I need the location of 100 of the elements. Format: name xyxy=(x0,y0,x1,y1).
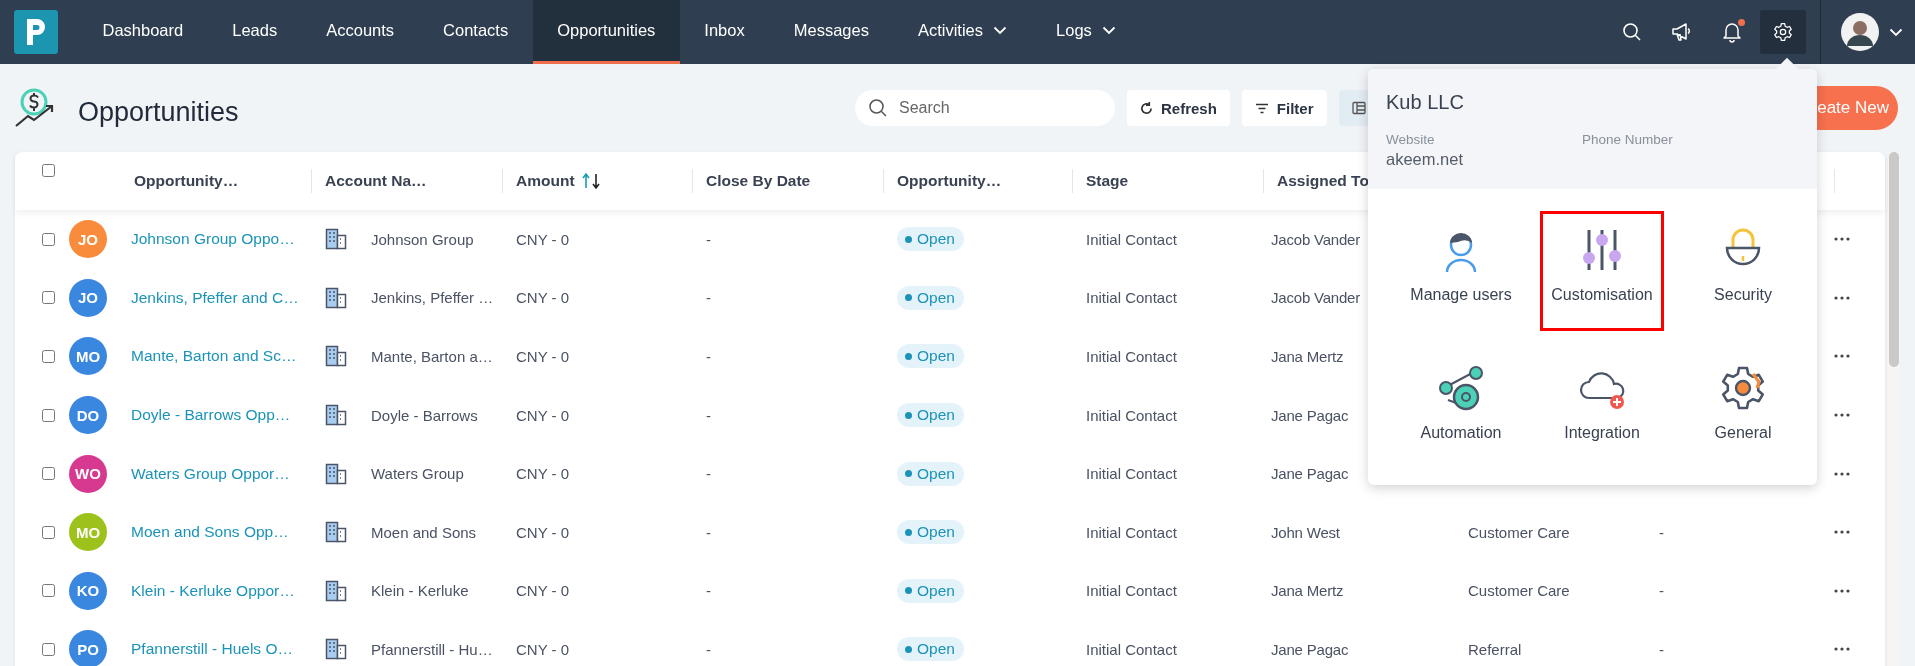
row-checkbox[interactable] xyxy=(42,642,55,656)
opportunity-link[interactable]: Jenkins, Pfeffer and C… xyxy=(131,288,299,307)
stage-text: Initial Contact xyxy=(1085,582,1177,600)
settings-option[interactable]: General xyxy=(1681,349,1805,469)
more-options-icon[interactable] xyxy=(1834,354,1850,359)
table-cell-text: Customer Care xyxy=(1467,582,1570,600)
row-checkbox[interactable] xyxy=(42,408,55,422)
settings-option[interactable]: Manage users xyxy=(1399,211,1523,331)
settings-option[interactable]: Integration xyxy=(1540,349,1664,469)
filter-button[interactable]: Filter xyxy=(1241,90,1327,126)
row-checkbox[interactable] xyxy=(42,291,55,305)
initials-avatar: DO xyxy=(69,396,107,435)
scrollbar[interactable] xyxy=(1888,152,1900,666)
gear-icon xyxy=(1719,364,1767,412)
status-tag: Open xyxy=(897,520,964,545)
opportunity-link[interactable]: Johnson Group Oppo… xyxy=(131,230,295,249)
column-header[interactable]: Close By Date xyxy=(706,172,811,190)
column-header[interactable]: Stage xyxy=(1086,172,1129,190)
more-options-icon[interactable] xyxy=(1834,295,1850,300)
stage-text: Initial Contact xyxy=(1085,523,1177,541)
row-checkbox[interactable] xyxy=(42,232,55,246)
nav-tab[interactable]: Accounts xyxy=(301,0,419,64)
stage-text: Initial Contact xyxy=(1085,289,1177,307)
nav-tab[interactable]: Leads xyxy=(207,0,302,64)
settings-button[interactable] xyxy=(1760,10,1806,54)
nav-tab[interactable]: Dashboard xyxy=(78,0,208,64)
user-avatar[interactable] xyxy=(1841,13,1879,51)
nav-tab[interactable]: Contacts xyxy=(418,0,533,64)
more-options-icon[interactable] xyxy=(1834,471,1850,476)
more-options-icon[interactable] xyxy=(1834,588,1850,593)
assignee-name: Jana Mertz xyxy=(1270,348,1344,365)
assignee-name: Jane Pagac xyxy=(1270,406,1349,424)
field-label: Website xyxy=(1386,132,1436,147)
search-icon[interactable] xyxy=(1622,22,1642,42)
amount-text: CNY - 0 xyxy=(515,289,570,307)
column-header[interactable]: Account Na… xyxy=(325,172,427,190)
opportunity-link[interactable]: Waters Group Oppor… xyxy=(131,464,290,483)
nav-tab[interactable]: Inbox xyxy=(679,0,770,64)
nav-tab[interactable]: Messages xyxy=(769,0,894,64)
stage-text: Initial Contact xyxy=(1085,348,1177,365)
column-header[interactable]: Assigned To xyxy=(1277,172,1369,190)
opportunity-link[interactable]: Pfannerstill - Huels O… xyxy=(131,640,293,659)
table-cell-text: - xyxy=(1658,582,1664,600)
building-icon xyxy=(325,462,347,485)
opportunity-link[interactable]: Moen and Sons Opp… xyxy=(131,523,289,542)
more-options-icon[interactable] xyxy=(1834,647,1850,652)
settings-option[interactable]: Automation xyxy=(1399,349,1523,469)
row-checkbox[interactable] xyxy=(42,525,55,539)
status-tag: Open xyxy=(897,637,964,662)
gears-icon xyxy=(1436,364,1486,412)
column-header[interactable]: Amount xyxy=(516,172,575,190)
close-date-text: - xyxy=(705,640,711,658)
refresh-button[interactable]: Refresh xyxy=(1127,90,1230,126)
row-checkbox[interactable] xyxy=(42,350,55,363)
column-header[interactable]: Opportunity… xyxy=(897,172,1002,190)
nav-tab[interactable]: Logs xyxy=(1031,0,1141,64)
close-date-text: - xyxy=(705,230,711,248)
building-icon xyxy=(325,228,347,251)
assignee-name: Jane Pagac xyxy=(1270,640,1349,658)
opportunity-link[interactable]: Mante, Barton and Sc… xyxy=(131,347,297,366)
close-date-text: - xyxy=(705,406,711,424)
assignee-name: John West xyxy=(1270,523,1340,541)
building-icon xyxy=(325,638,347,661)
stage-text: Initial Contact xyxy=(1085,640,1177,658)
bell-icon[interactable] xyxy=(1722,21,1742,43)
close-date-text: - xyxy=(705,348,711,365)
column-header[interactable]: Opportunity… xyxy=(134,172,239,190)
close-date-text: - xyxy=(705,582,711,600)
building-icon xyxy=(325,286,347,309)
table-cell-text: Referral xyxy=(1467,640,1522,658)
sort-arrows-icon[interactable] xyxy=(580,172,603,190)
row-checkbox[interactable] xyxy=(42,584,55,598)
search-field[interactable]: Search xyxy=(855,90,1115,126)
settings-option[interactable]: Customisation xyxy=(1540,211,1664,331)
initials-avatar: JO xyxy=(69,220,107,259)
opportunity-link[interactable]: Klein - Kerluke Oppor… xyxy=(131,581,295,600)
nav-tab[interactable]: Opportunities xyxy=(532,0,680,64)
initials-avatar: PO xyxy=(69,630,107,666)
logo-icon[interactable] xyxy=(14,10,58,54)
building-icon xyxy=(325,345,347,368)
more-options-icon[interactable] xyxy=(1834,530,1850,535)
building-icon xyxy=(325,521,347,544)
more-options-icon[interactable] xyxy=(1834,237,1850,242)
page-title: Opportunities xyxy=(78,96,239,128)
filter-icon xyxy=(1254,102,1269,114)
nav-tab[interactable]: Activities xyxy=(893,0,1032,64)
select-all-checkbox[interactable] xyxy=(42,164,55,177)
close-date-text: - xyxy=(705,523,711,541)
table-cell-text: Customer Care xyxy=(1467,523,1570,541)
settings-option[interactable]: Security xyxy=(1681,211,1805,331)
company-name: Kub LLC xyxy=(1386,91,1465,114)
columns-icon xyxy=(1351,101,1366,115)
row-checkbox[interactable] xyxy=(42,467,55,481)
more-options-icon[interactable] xyxy=(1834,413,1850,418)
status-tag: Open xyxy=(897,403,964,428)
amount-text: CNY - 0 xyxy=(515,523,570,541)
close-date-text: - xyxy=(705,289,711,307)
opportunity-link[interactable]: Doyle - Barrows Opp… xyxy=(131,406,291,425)
amount-text: CNY - 0 xyxy=(515,406,570,424)
chevron-down-icon[interactable] xyxy=(1889,27,1903,37)
